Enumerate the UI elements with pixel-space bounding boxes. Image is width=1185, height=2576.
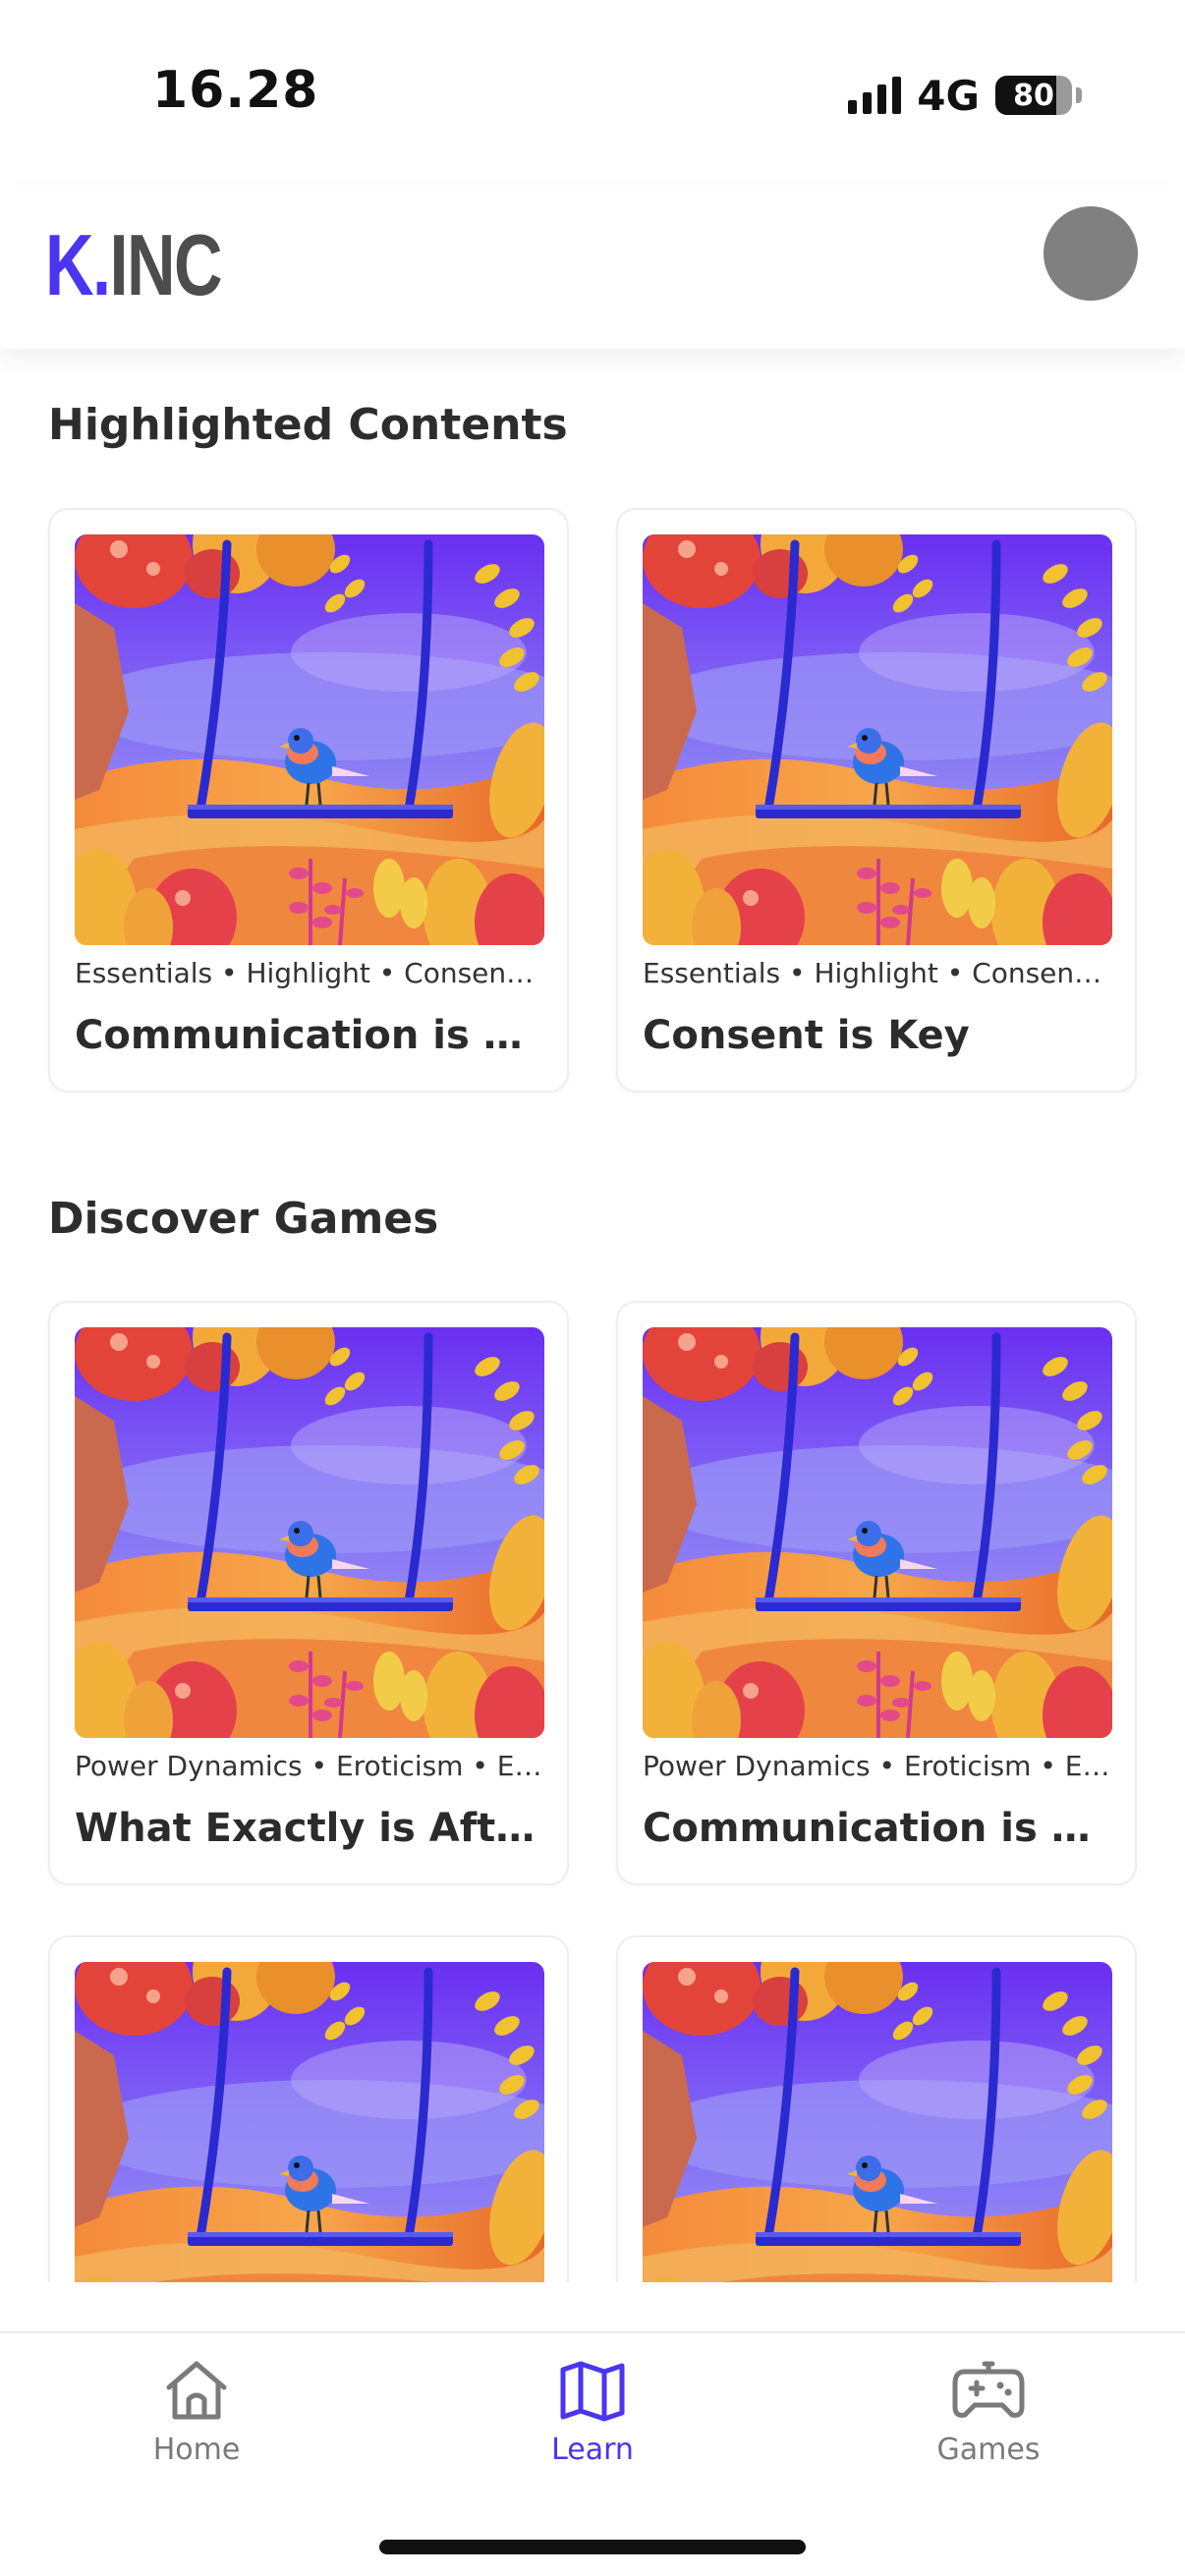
card-image: [75, 1962, 544, 2282]
card-title: Consent is Key: [643, 1013, 970, 1058]
card-image: [643, 534, 1112, 945]
card-image: [643, 1327, 1112, 1738]
battery-cap: [1076, 87, 1082, 103]
status-indicators: 4G 80: [848, 71, 1082, 120]
network-type: 4G: [917, 71, 980, 120]
status-time: 16.28: [152, 61, 319, 120]
nav-label-learn: Learn: [551, 2433, 634, 2467]
battery-icon: 80: [995, 76, 1072, 115]
card-tags: Essentials • Highlight • Consensual: [643, 957, 1114, 989]
content-card[interactable]: Essentials • Highlight • Consensual Cons…: [616, 508, 1137, 1092]
card-title: What Exactly is Aftercare?: [75, 1806, 546, 1851]
card-title: Communication is Key: [75, 1013, 546, 1058]
nav-item-games[interactable]: Games: [871, 2358, 1106, 2467]
map-icon: [560, 2361, 625, 2422]
battery-level: 80: [1013, 78, 1054, 113]
card-image: [643, 1962, 1112, 2282]
home-indicator[interactable]: [379, 2540, 806, 2554]
card-title: Communication is Key: [643, 1806, 1114, 1851]
avatar[interactable]: [1044, 206, 1138, 301]
logo-k: K.: [45, 216, 111, 313]
game-card[interactable]: [48, 1935, 569, 2282]
nav-label-games: Games: [936, 2433, 1041, 2467]
card-tags: Power Dynamics • Eroticism • Essentials: [643, 1750, 1114, 1782]
gamepad-icon: [952, 2361, 1025, 2418]
card-image: [75, 534, 544, 945]
card-image: [75, 1327, 544, 1738]
card-tags: Power Dynamics • Eroticism • Essentials: [75, 1750, 546, 1782]
main-content[interactable]: Highlighted Contents Essentials • Highli…: [0, 349, 1185, 2282]
app-header: K.INC: [0, 187, 1185, 349]
section-title-highlighted: Highlighted Contents: [48, 400, 568, 450]
content-card[interactable]: Essentials • Highlight • Consensual Comm…: [48, 508, 569, 1092]
section-title-games: Discover Games: [48, 1194, 439, 1244]
game-card[interactable]: [616, 1935, 1137, 2282]
logo-rest: INC: [109, 216, 223, 313]
game-card[interactable]: Power Dynamics • Eroticism • Essentials …: [616, 1301, 1137, 1885]
nav-item-home[interactable]: Home: [79, 2358, 314, 2467]
game-card[interactable]: Power Dynamics • Eroticism • Essentials …: [48, 1301, 569, 1885]
nav-label-home: Home: [152, 2433, 241, 2467]
signal-icon: [848, 77, 902, 114]
home-icon: [166, 2361, 227, 2420]
app-logo[interactable]: K.INC: [45, 222, 223, 308]
nav-item-learn[interactable]: Learn: [475, 2358, 710, 2467]
status-bar: 16.28 4G 80: [0, 0, 1185, 187]
card-tags: Essentials • Highlight • Consensual: [75, 957, 546, 989]
